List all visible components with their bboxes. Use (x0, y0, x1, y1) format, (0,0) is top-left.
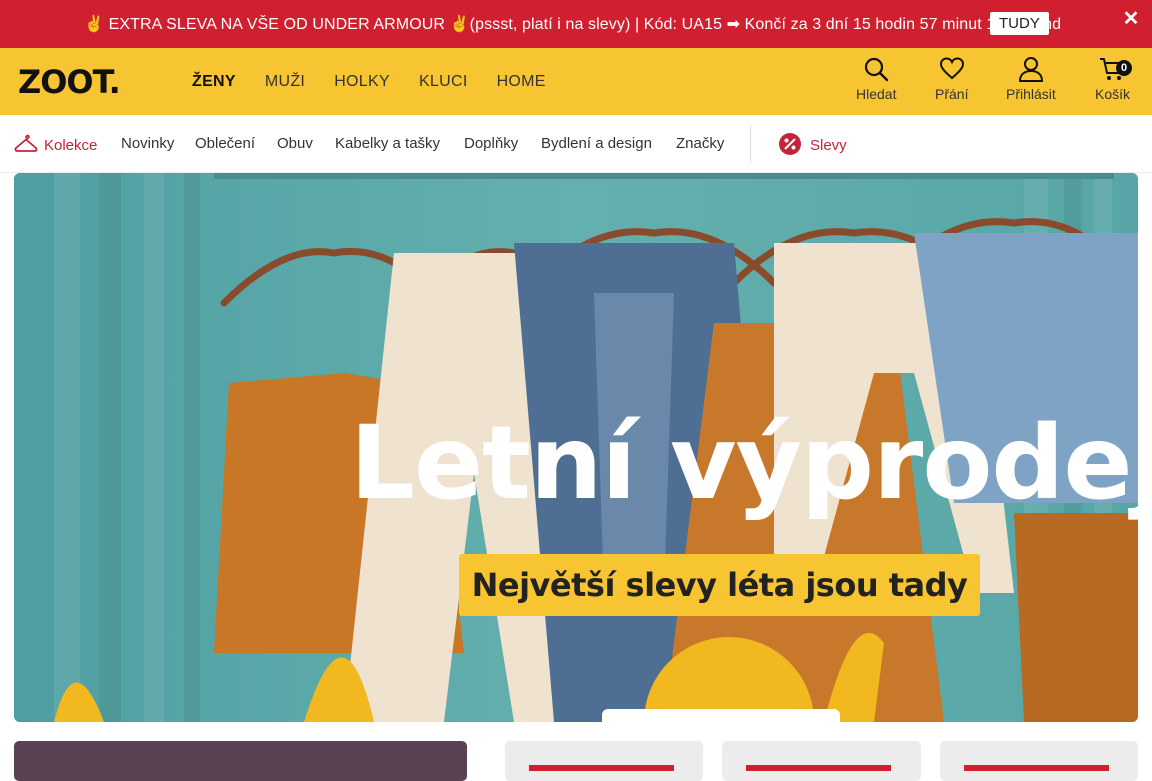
category-obleceni[interactable]: Oblečení (195, 135, 255, 152)
category-slevy-label: Slevy (810, 137, 847, 154)
hero-title: Letní výprodej (350, 409, 1138, 519)
category-divider (750, 125, 751, 163)
nav-holky[interactable]: HOLKY (334, 73, 390, 91)
search-label: Hledat (856, 86, 897, 102)
category-znacky[interactable]: Značky (676, 135, 724, 152)
promo-button[interactable]: TUDY (990, 12, 1049, 35)
logo[interactable]: ZOOT. (18, 65, 121, 99)
nav-zeny[interactable]: ŽENY (192, 73, 236, 116)
hero-cta-button[interactable]: Největší slevy léta jsou tady (459, 554, 980, 616)
cart-button[interactable]: Košík 0 (1095, 56, 1133, 102)
login-label: Přihlásit (1006, 86, 1056, 102)
hanger-icon (14, 134, 38, 152)
category-kabelky[interactable]: Kabelky a tašky (335, 135, 440, 152)
category-slevy[interactable]: Slevy (778, 132, 847, 156)
category-novinky[interactable]: Novinky (121, 135, 174, 152)
hero-banner[interactable]: Letní výprodej Největší slevy léta jsou … (14, 173, 1138, 722)
cart-label: Košík (1095, 86, 1131, 102)
promo-card-strip (529, 765, 674, 771)
search-icon (865, 57, 889, 82)
category-kolekce[interactable]: Kolekce (14, 133, 97, 155)
category-bar: Kolekce Novinky Oblečení Obuv Kabelky a … (0, 115, 1152, 173)
promo-card-strip (964, 765, 1109, 771)
main-nav: ŽENY MUŽI HOLKY KLUCI HOME (192, 48, 546, 116)
user-icon (1018, 57, 1043, 82)
wishlist-label: Přání (935, 86, 969, 102)
search-button[interactable]: Hledat (856, 56, 896, 102)
nav-kluci[interactable]: KLUCI (419, 73, 468, 91)
hero-slider-tab (602, 709, 840, 722)
category-kolekce-label: Kolekce (44, 137, 98, 154)
nav-muzi[interactable]: MUŽI (265, 73, 305, 91)
category-doplnky[interactable]: Doplňky (464, 135, 518, 152)
promo-card-1[interactable] (505, 741, 703, 781)
category-obuv[interactable]: Obuv (277, 135, 313, 152)
close-icon[interactable]: ✕ (1120, 8, 1142, 30)
heart-icon (939, 57, 964, 80)
promo-card-dark[interactable] (14, 741, 467, 781)
hero-title-text: Letní výprodej (350, 404, 1138, 523)
nav-home[interactable]: HOME (497, 73, 546, 91)
main-header: ZOOT. ŽENY MUŽI HOLKY KLUCI HOME Hledat … (0, 48, 1152, 116)
promo-card-2[interactable] (722, 741, 921, 781)
category-bydleni[interactable]: Bydlení a design (541, 135, 652, 152)
wishlist-button[interactable]: Přání (935, 56, 968, 102)
promo-bar: ✌ EXTRA SLEVA NA VŠE OD UNDER ARMOUR ✌(p… (0, 0, 1152, 48)
promo-text: ✌ EXTRA SLEVA NA VŠE OD UNDER ARMOUR ✌(p… (84, 16, 1062, 33)
login-button[interactable]: Přihlásit (1006, 56, 1056, 102)
promo-card-3[interactable] (940, 741, 1138, 781)
cart-count-badge: 0 (1116, 60, 1133, 76)
discount-icon (779, 133, 801, 155)
promo-card-strip (746, 765, 891, 771)
